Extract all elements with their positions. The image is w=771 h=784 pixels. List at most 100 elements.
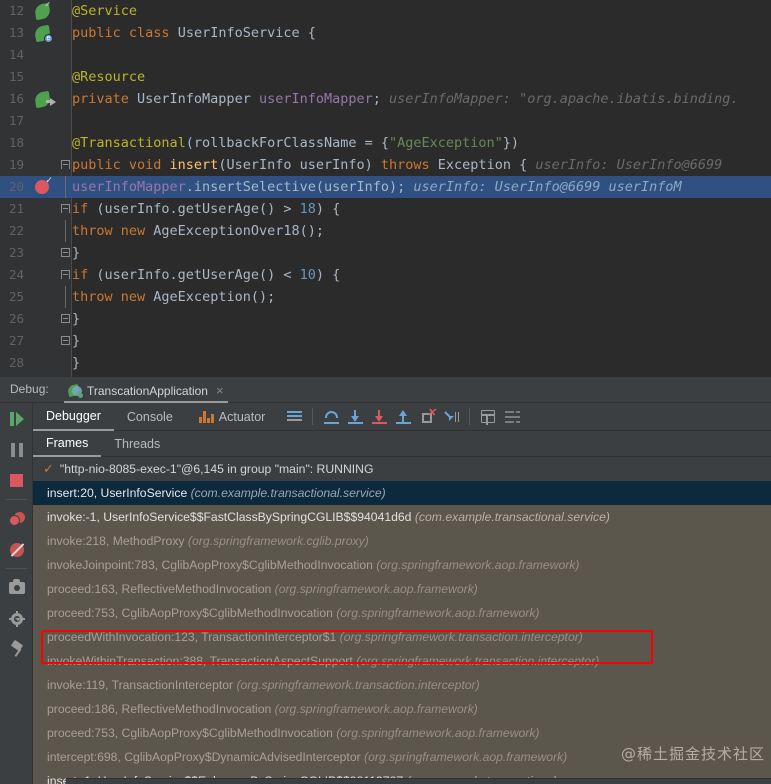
tab-threads[interactable]: Threads — [101, 431, 173, 457]
frame-method: proceed:753, CglibAopProxy$CglibMethodIn… — [47, 726, 337, 740]
code-fold-fold-close[interactable] — [58, 330, 72, 352]
spring-bean-arrow-icon[interactable] — [30, 88, 56, 110]
stack-frame-row[interactable]: insert:20, UserInfoService (com.example.… — [33, 481, 771, 505]
evaluate-expression-button[interactable] — [476, 403, 500, 431]
pause-program-button[interactable] — [0, 434, 33, 465]
toolbar-divider — [312, 408, 314, 425]
debug-body: Debugger Console Actuator ✕ Frames Threa… — [0, 403, 771, 784]
code-fold-fold-close[interactable] — [58, 308, 72, 330]
code-line-28[interactable]: 28} — [0, 352, 771, 374]
code-line-18[interactable]: 18 @Transactional(rollbackForClassName =… — [0, 132, 771, 154]
layout-settings-button[interactable] — [500, 403, 524, 431]
stack-frame-row[interactable]: invoke:119, TransactionInterceptor (org.… — [33, 673, 771, 697]
force-step-into-button[interactable] — [367, 403, 391, 431]
code-line-23[interactable]: 23 } — [0, 242, 771, 264]
line-number: 18 — [0, 132, 28, 154]
spring-bean-checked-icon[interactable]: ✓ — [30, 0, 56, 22]
spring-bean-class-icon[interactable]: e — [30, 22, 56, 44]
close-icon[interactable]: × — [216, 383, 224, 398]
frame-method: proceedWithInvocation:123, TransactionIn… — [47, 630, 340, 644]
mute-breakpoints-icon — [9, 542, 24, 557]
line-number: 19 — [0, 154, 28, 176]
force-step-into-icon — [371, 409, 387, 424]
stack-frame-row[interactable]: invoke:-1, UserInfoService$$FastClassByS… — [33, 505, 771, 529]
code-line-22[interactable]: 22 throw new AgeExceptionOver18(); — [0, 220, 771, 242]
breakpoint-checked-icon[interactable]: ✓ — [30, 176, 56, 198]
code-lines[interactable]: 12 ✓ @Service 13 e public class UserInfoServi… — [0, 0, 771, 374]
tab-debugger[interactable]: Debugger — [33, 403, 114, 431]
thread-header-row[interactable]: ✓ "http-nio-8085-exec-1"@6,145 in group "… — [33, 457, 771, 481]
step-into-button[interactable] — [343, 403, 367, 431]
settings-button[interactable] — [0, 603, 33, 634]
line-number: 23 — [0, 242, 28, 264]
frame-package: (org.springframework.aop.framework) — [274, 582, 478, 596]
line-number: 27 — [0, 330, 28, 352]
stack-frame-row[interactable]: invokeJoinpoint:783, CglibAopProxy$Cglib… — [33, 553, 771, 577]
debug-side-toolbar[interactable] — [0, 403, 33, 784]
step-over-button[interactable] — [319, 403, 343, 431]
frames-threads-tabs[interactable]: Frames Threads — [33, 431, 771, 457]
code-line-20[interactable]: 20 ✓ userInfoMapper.insertSelective(userI… — [0, 176, 771, 198]
frame-method: proceed:163, ReflectiveMethodInvocation — [47, 582, 275, 596]
stack-frame-row[interactable]: proceedWithInvocation:123, TransactionIn… — [33, 625, 771, 649]
code-fold-fold-open[interactable] — [58, 198, 72, 220]
code-line-27[interactable]: 27 } — [0, 330, 771, 352]
thread-running-icon: ✓ — [43, 461, 54, 476]
code-editor[interactable]: 12 ✓ @Service 13 e public class UserInfoServi… — [0, 0, 771, 377]
view-breakpoints-icon — [8, 511, 25, 526]
code-line-26[interactable]: 26 } — [0, 308, 771, 330]
stack-frame-row[interactable]: proceed:753, CglibAopProxy$CglibMethodIn… — [33, 721, 771, 745]
code-text: } — [72, 333, 81, 349]
stack-frame-row[interactable]: proceed:186, ReflectiveMethodInvocation … — [33, 697, 771, 721]
code-line-12[interactable]: 12 ✓ @Service — [0, 0, 771, 22]
frame-method: proceed:753, CglibAopProxy$CglibMethodIn… — [47, 606, 337, 620]
stack-frame-row[interactable]: proceed:163, ReflectiveMethodInvocation … — [33, 577, 771, 601]
horizontal-scrollbar[interactable] — [66, 778, 771, 784]
code-fold-line[interactable] — [58, 286, 72, 308]
code-line-13[interactable]: 13 e public class UserInfoService { — [0, 22, 771, 44]
code-line-19[interactable]: 19 public void insert(UserInfo userInfo)… — [0, 154, 771, 176]
stack-frame-row[interactable]: invoke:218, MethodProxy (org.springframe… — [33, 529, 771, 553]
code-line-16[interactable]: 16 private UserInfoMapper userInfoMapper… — [0, 88, 771, 110]
pin-tab-button[interactable] — [0, 634, 33, 665]
debug-tool-window[interactable]: Debug: TranscationApplication × Debugger… — [0, 377, 771, 784]
stack-frame-row[interactable]: proceed:753, CglibAopProxy$CglibMethodIn… — [33, 601, 771, 625]
code-text: @Transactional(rollbackForClassName = {"… — [72, 135, 520, 151]
idea-window: 12 ✓ @Service 13 e public class UserInfoServi… — [0, 0, 771, 784]
show-execution-point-button[interactable] — [282, 403, 306, 431]
tab-console[interactable]: Console — [114, 403, 186, 431]
code-fold-line[interactable] — [58, 220, 72, 242]
frames-list[interactable]: ✓ "http-nio-8085-exec-1"@6,145 in group "… — [33, 457, 771, 784]
step-out-button[interactable] — [391, 403, 415, 431]
code-line-21[interactable]: 21 if (userInfo.getUserAge() > 18) { — [0, 198, 771, 220]
mute-breakpoints-button[interactable] — [0, 534, 33, 565]
code-fold-line[interactable] — [58, 176, 72, 198]
code-line-17[interactable]: 17 — [0, 110, 771, 132]
tab-frames[interactable]: Frames — [33, 431, 102, 457]
tab-frames-label: Frames — [46, 435, 89, 450]
resume-program-button[interactable] — [0, 403, 33, 434]
tab-actuator[interactable]: Actuator — [186, 403, 279, 431]
debugger-tabs[interactable]: Debugger Console Actuator ✕ — [33, 403, 771, 431]
code-line-14[interactable]: 14 — [0, 44, 771, 66]
stop-button[interactable] — [0, 465, 33, 496]
frame-package: (org.springframework.cglib.proxy) — [187, 534, 369, 548]
view-breakpoints-button[interactable] — [0, 503, 33, 534]
run-to-cursor-button[interactable] — [439, 403, 463, 431]
drop-frame-button[interactable]: ✕ — [415, 403, 439, 431]
stack-frames[interactable]: insert:20, UserInfoService (com.example.… — [33, 481, 771, 784]
code-text: userInfoMapper.insertSelective(userInfo)… — [72, 179, 682, 195]
code-line-15[interactable]: 15 @Resource — [0, 66, 771, 88]
toolbar-divider — [5, 499, 27, 500]
code-line-24[interactable]: 24 if (userInfo.getUserAge() < 10) { — [0, 264, 771, 286]
code-fold-fold-open[interactable] — [58, 154, 72, 176]
debug-panel-label: Debug: — [10, 382, 49, 396]
code-fold-fold-close[interactable] — [58, 242, 72, 264]
code-fold-fold-open[interactable] — [58, 264, 72, 286]
snapshot-button[interactable] — [0, 572, 33, 603]
line-number: 17 — [0, 110, 28, 132]
stack-frame-row[interactable]: invokeWithinTransaction:388, Transaction… — [33, 649, 771, 673]
run-configuration-tab[interactable]: TranscationApplication × — [64, 380, 228, 403]
code-text: throw new AgeException(); — [72, 289, 276, 305]
code-line-25[interactable]: 25 throw new AgeException(); — [0, 286, 771, 308]
